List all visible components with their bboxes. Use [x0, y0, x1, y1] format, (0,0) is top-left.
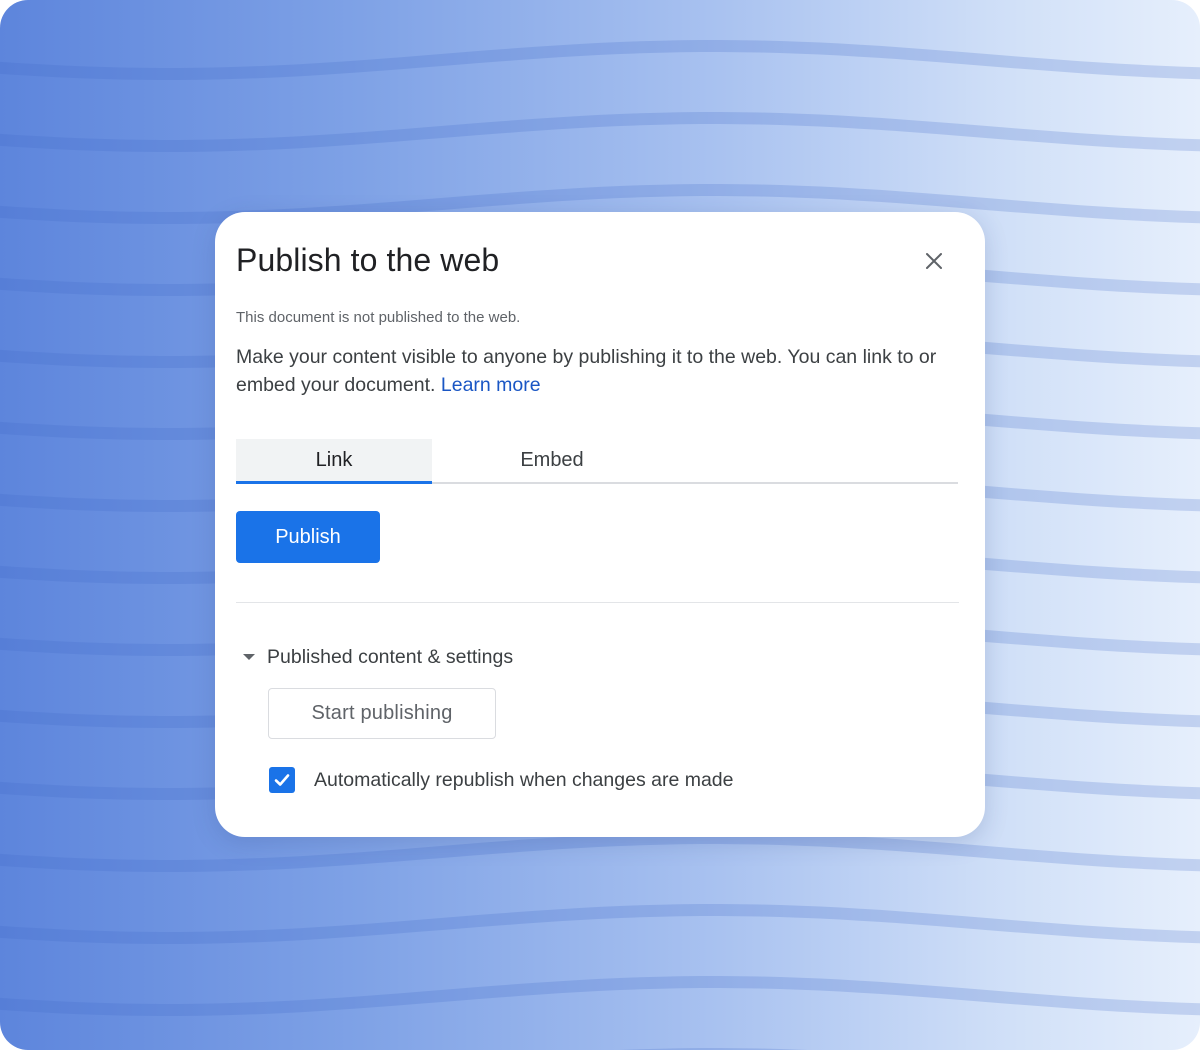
- published-settings-toggle[interactable]: Published content & settings: [243, 643, 513, 671]
- divider: [236, 602, 959, 603]
- wave-line: [0, 832, 1200, 872]
- start-publishing-button[interactable]: Start publishing: [268, 688, 496, 739]
- close-icon: [926, 253, 942, 269]
- tab-bar: Link Embed: [236, 439, 958, 484]
- wave-line: [0, 40, 1200, 80]
- auto-republish-row: Automatically republish when changes are…: [269, 766, 734, 794]
- checkmark-icon: [274, 774, 290, 786]
- dialog-description: Make your content visible to anyone by p…: [236, 343, 956, 399]
- wave-line: [0, 904, 1200, 944]
- publish-button[interactable]: Publish: [236, 511, 380, 563]
- caret-down-icon: [243, 654, 255, 660]
- tab-link[interactable]: Link: [236, 439, 432, 484]
- dialog-title: Publish to the web: [236, 242, 500, 278]
- auto-republish-label: Automatically republish when changes are…: [314, 768, 734, 791]
- tab-embed[interactable]: Embed: [432, 439, 672, 482]
- description-text: Make your content visible to anyone by p…: [236, 346, 937, 396]
- learn-more-link[interactable]: Learn more: [441, 374, 541, 396]
- wave-line: [0, 976, 1200, 1016]
- publish-status-text: This document is not published to the we…: [236, 309, 521, 326]
- publish-dialog: Publish to the web This document is not …: [215, 212, 985, 837]
- section-label: Published content & settings: [267, 645, 514, 668]
- close-button[interactable]: [915, 242, 953, 280]
- wave-line: [0, 112, 1200, 152]
- auto-republish-checkbox[interactable]: [269, 767, 295, 793]
- background: Publish to the web This document is not …: [0, 0, 1200, 1050]
